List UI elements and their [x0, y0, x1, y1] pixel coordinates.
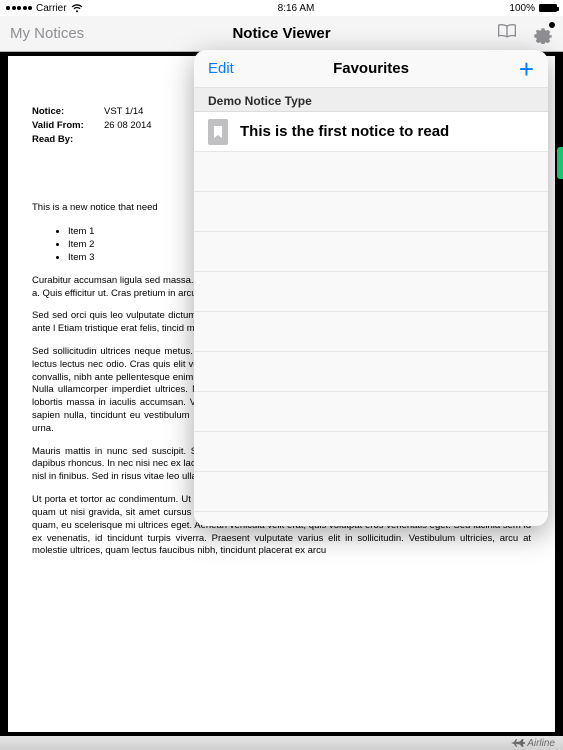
signal-dots-icon [6, 6, 32, 10]
settings-button[interactable] [533, 24, 553, 44]
clock: 8:16 AM [278, 3, 315, 14]
footer-brand: Airline [527, 738, 555, 749]
settings-badge-icon [549, 22, 555, 28]
airplane-icon [511, 738, 525, 748]
add-button[interactable]: + [519, 56, 534, 82]
bookmark-button[interactable] [497, 23, 517, 44]
empty-rows [194, 152, 548, 512]
favourites-popover: Edit Favourites + Demo Notice Type This … [194, 50, 548, 526]
battery-pct: 100% [509, 3, 535, 14]
carrier-label: Carrier [36, 3, 67, 14]
meta-notice-label: Notice: [32, 106, 104, 117]
back-button[interactable]: My Notices [10, 25, 84, 42]
meta-readby-label: Read By: [32, 134, 104, 145]
favourite-item-label: This is the first notice to read [240, 123, 449, 140]
footer-bar: Airline [0, 736, 563, 750]
status-bar: Carrier 8:16 AM 100% [0, 0, 563, 16]
meta-notice-value: VST 1/14 [104, 106, 143, 117]
meta-valid-label: Valid From: [32, 120, 104, 131]
bookmark-icon [208, 119, 228, 145]
page-marker[interactable] [557, 147, 563, 179]
page-title: Notice Viewer [232, 25, 330, 42]
wifi-icon [71, 4, 83, 13]
book-open-icon [497, 23, 517, 39]
nav-bar: My Notices Notice Viewer [0, 16, 563, 52]
section-header: Demo Notice Type [194, 88, 548, 112]
favourite-item[interactable]: This is the first notice to read [194, 112, 548, 152]
popover-header: Edit Favourites + [194, 50, 548, 88]
battery-icon [539, 4, 557, 12]
popover-title: Favourites [333, 60, 409, 77]
meta-valid-value: 26 08 2014 [104, 120, 152, 131]
edit-button[interactable]: Edit [208, 60, 234, 77]
